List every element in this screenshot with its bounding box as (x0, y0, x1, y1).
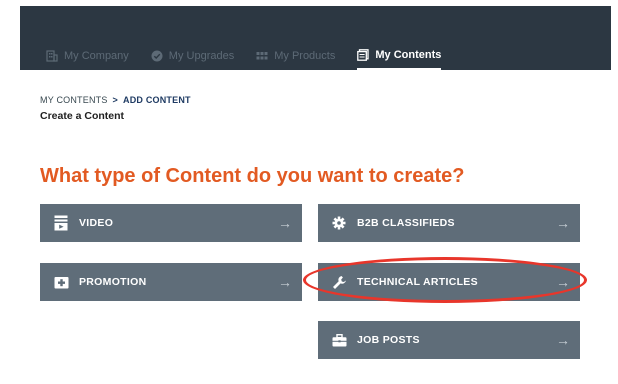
arrow-right-icon: → (278, 274, 292, 290)
nav-tab-my-company[interactable]: My Company (46, 42, 129, 70)
nav-label-my-upgrades: My Upgrades (168, 50, 235, 62)
breadcrumb-current: ADD CONTENT (123, 95, 191, 105)
nav-label-my-products: My Products (274, 50, 336, 62)
content-type-b2b-classifieds-button[interactable]: B2B CLASSIFIEDS → (318, 204, 580, 242)
grid-icon (256, 52, 268, 60)
arrow-right-icon: → (556, 332, 570, 348)
video-icon (52, 214, 70, 232)
badge-icon (151, 50, 163, 62)
tile-label: TECHNICAL ARTICLES (357, 276, 478, 288)
arrow-right-icon: → (556, 274, 570, 290)
breadcrumb-root[interactable]: MY CONTENTS (40, 95, 108, 105)
content-type-job-posts-button[interactable]: JOB POSTS → (318, 321, 580, 359)
breadcrumb: MY CONTENTS > ADD CONTENT (40, 95, 191, 105)
nav-tab-my-contents[interactable]: My Contents (357, 42, 442, 70)
content-type-video-button[interactable]: VIDEO → (40, 204, 302, 242)
briefcase-icon (330, 331, 348, 349)
tile-label: VIDEO (79, 217, 114, 229)
content-type-promotion-button[interactable]: PROMOTION → (40, 263, 302, 301)
arrow-right-icon: → (556, 215, 570, 231)
nav-tab-my-upgrades[interactable]: My Upgrades (151, 42, 234, 70)
building-icon (46, 50, 58, 62)
nav-tab-my-products[interactable]: My Products (256, 42, 335, 70)
page-headline: What type of Content do you want to crea… (40, 165, 465, 187)
nav-label-my-company: My Company (64, 50, 129, 62)
tile-label: B2B CLASSIFIEDS (357, 217, 455, 229)
tile-label: PROMOTION (79, 276, 147, 288)
tile-label: JOB POSTS (357, 334, 420, 346)
content-type-technical-articles-button[interactable]: TECHNICAL ARTICLES → (318, 263, 580, 301)
page-subtitle: Create a Content (40, 110, 125, 122)
arrow-right-icon: → (278, 215, 292, 231)
medical-kit-icon (52, 273, 70, 291)
main-nav: My Company My Upgrades My Products My Co… (46, 42, 463, 70)
breadcrumb-separator: > (112, 95, 119, 105)
wrench-icon (330, 273, 348, 291)
gear-icon (330, 214, 348, 232)
document-icon (357, 49, 370, 61)
nav-label-my-contents: My Contents (375, 49, 442, 61)
